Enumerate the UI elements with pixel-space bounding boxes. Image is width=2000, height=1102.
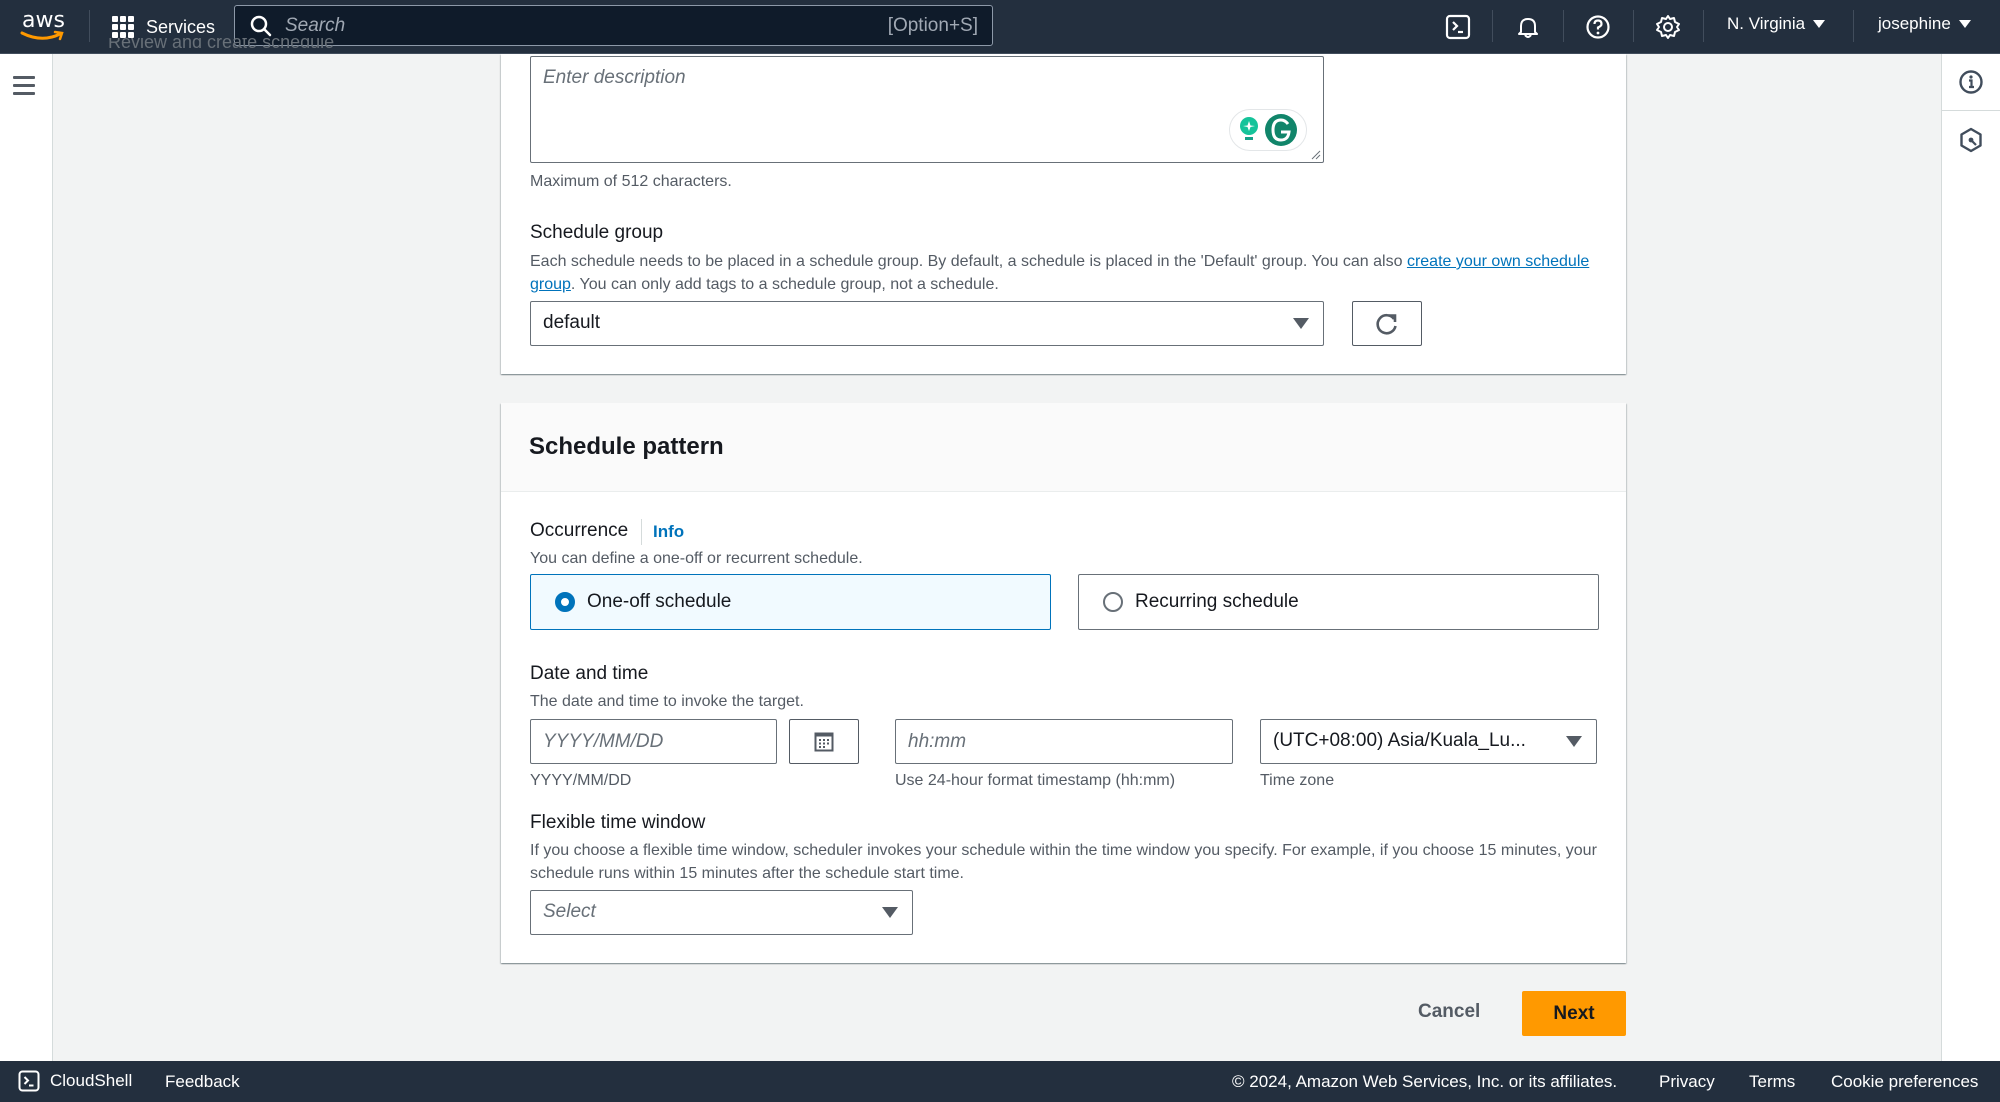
date-input[interactable] xyxy=(531,720,776,763)
caret-down-icon xyxy=(1813,20,1826,28)
schedule-group-description-text: Each schedule needs to be placed in a sc… xyxy=(530,253,1407,270)
info-icon xyxy=(1959,70,1983,94)
search-box[interactable]: [Option+S] xyxy=(234,5,993,46)
info-panel-button[interactable] xyxy=(1942,54,2000,111)
cloudshell-button[interactable] xyxy=(1443,12,1473,42)
settings-button[interactable] xyxy=(1653,12,1683,42)
caret-down-icon xyxy=(882,907,898,918)
next-button-label: Next xyxy=(1553,1002,1595,1024)
username-label: josephine xyxy=(1878,14,1951,33)
search-shortcut-hint: [Option+S] xyxy=(887,14,978,36)
privacy-link[interactable]: Privacy xyxy=(1659,1072,1715,1092)
next-button[interactable]: Next xyxy=(1522,991,1626,1036)
header-divider xyxy=(1563,10,1564,42)
resize-handle-icon[interactable] xyxy=(1311,150,1321,160)
schedule-group-label: Schedule group xyxy=(530,222,664,243)
cookie-preferences-link[interactable]: Cookie preferences xyxy=(1831,1072,1978,1092)
settings-icon xyxy=(1656,15,1680,39)
cloudshell-footer-button[interactable]: CloudShell xyxy=(18,1070,132,1092)
description-constraint-text: Maximum of 512 characters. xyxy=(530,173,732,190)
header-divider xyxy=(1633,10,1634,42)
radio-selected-icon xyxy=(555,592,575,612)
region-selector[interactable]: N. Virginia xyxy=(1727,14,1826,34)
search-input[interactable] xyxy=(285,14,888,37)
caret-down-icon xyxy=(1566,736,1582,747)
flexible-window-description: If you choose a flexible time window, sc… xyxy=(530,842,1597,882)
grammarly-widget[interactable] xyxy=(1229,109,1307,151)
cloudshell-icon xyxy=(1445,14,1471,40)
refresh-icon xyxy=(1376,313,1397,335)
timezone-select[interactable]: (UTC+08:00) Asia/Kuala_Lu... xyxy=(1260,719,1597,764)
caret-down-icon xyxy=(1958,20,1971,28)
notifications-button[interactable] xyxy=(1513,12,1543,42)
cloudshell-label: CloudShell xyxy=(50,1071,133,1090)
schedule-pattern-title: Schedule pattern xyxy=(529,433,724,460)
side-navigation-collapsed xyxy=(0,54,53,1061)
schedule-group-select[interactable]: default xyxy=(530,301,1324,346)
account-menu[interactable]: josephine xyxy=(1878,14,1971,34)
time-input[interactable] xyxy=(896,720,1232,763)
occurrence-info-link[interactable]: Info xyxy=(653,522,684,542)
one-off-schedule-label: One-off schedule xyxy=(587,591,732,612)
schedule-group-selected-value: default xyxy=(543,312,601,333)
description-textarea[interactable] xyxy=(531,57,1323,162)
tools-rail xyxy=(1941,54,2000,1061)
description-textarea-wrapper[interactable] xyxy=(530,56,1324,163)
help-icon xyxy=(1586,15,1610,39)
time-input-wrapper[interactable] xyxy=(895,719,1233,764)
header-divider xyxy=(89,10,90,42)
recurring-schedule-radio[interactable]: Recurring schedule xyxy=(1078,574,1599,630)
services-menu-button[interactable]: Services xyxy=(112,14,215,40)
refresh-button[interactable] xyxy=(1352,301,1422,346)
recurring-schedule-label: Recurring schedule xyxy=(1135,591,1299,612)
date-time-label: Date and time xyxy=(530,663,649,684)
schedule-group-description: Each schedule needs to be placed in a sc… xyxy=(530,250,1600,296)
timezone-selected-value: (UTC+08:00) Asia/Kuala_Lu... xyxy=(1273,730,1526,751)
aws-logo[interactable]: aws xyxy=(20,8,66,44)
search-icon xyxy=(250,15,272,36)
caret-down-icon xyxy=(1293,318,1309,329)
bell-icon xyxy=(1518,18,1538,38)
cancel-button[interactable]: Cancel xyxy=(1418,1001,1480,1023)
one-off-schedule-radio[interactable]: One-off schedule xyxy=(530,574,1051,630)
schedule-pattern-header: Schedule pattern xyxy=(501,403,1626,492)
date-input-wrapper[interactable] xyxy=(530,719,777,764)
grammarly-lightbulb-icon xyxy=(1240,117,1258,140)
menu-toggle-button[interactable] xyxy=(13,76,35,96)
grid-icon xyxy=(112,16,134,38)
hexagon-assistant-icon xyxy=(1960,127,1982,152)
feedback-link[interactable]: Feedback xyxy=(165,1072,240,1092)
hamburger-icon xyxy=(13,76,35,79)
date-time-description: The date and time to invoke the target. xyxy=(530,693,804,710)
date-format-hint: YYYY/MM/DD xyxy=(530,772,632,789)
label-divider xyxy=(641,519,642,545)
schedule-detail-panel: Maximum of 512 characters. Schedule grou… xyxy=(501,54,1626,374)
header-divider xyxy=(1703,10,1704,42)
occurrence-description: You can define a one-off or recurrent sc… xyxy=(530,550,863,567)
footer-bar: CloudShell Feedback © 2024, Amazon Web S… xyxy=(0,1061,2000,1102)
occurrence-label: Occurrence xyxy=(530,520,629,541)
terms-link[interactable]: Terms xyxy=(1749,1072,1795,1092)
calendar-button[interactable] xyxy=(789,719,859,764)
q-assistant-button[interactable] xyxy=(1942,111,2000,168)
timezone-hint: Time zone xyxy=(1260,772,1335,789)
time-format-hint: Use 24-hour format timestamp (hh:mm) xyxy=(895,772,1176,789)
calendar-icon xyxy=(814,732,834,751)
copyright-text: © 2024, Amazon Web Services, Inc. or its… xyxy=(1232,1072,1618,1091)
flexible-window-label: Flexible time window xyxy=(530,812,706,833)
aws-smile-icon xyxy=(20,30,64,41)
radio-unselected-icon xyxy=(1103,592,1123,612)
help-button[interactable] xyxy=(1583,12,1613,42)
flexible-window-select[interactable]: Select xyxy=(530,890,913,935)
services-label: Services xyxy=(146,16,216,37)
header-divider xyxy=(1853,10,1854,42)
schedule-group-description-text-end: . You can only add tags to a schedule gr… xyxy=(570,276,999,293)
cloudshell-icon xyxy=(18,1070,40,1092)
flexible-window-placeholder: Select xyxy=(543,901,596,922)
wizard-step-label[interactable]: Review and create schedule xyxy=(108,38,334,58)
header-divider xyxy=(1492,10,1493,42)
grammarly-g-icon xyxy=(1265,114,1297,146)
region-label: N. Virginia xyxy=(1727,14,1806,33)
